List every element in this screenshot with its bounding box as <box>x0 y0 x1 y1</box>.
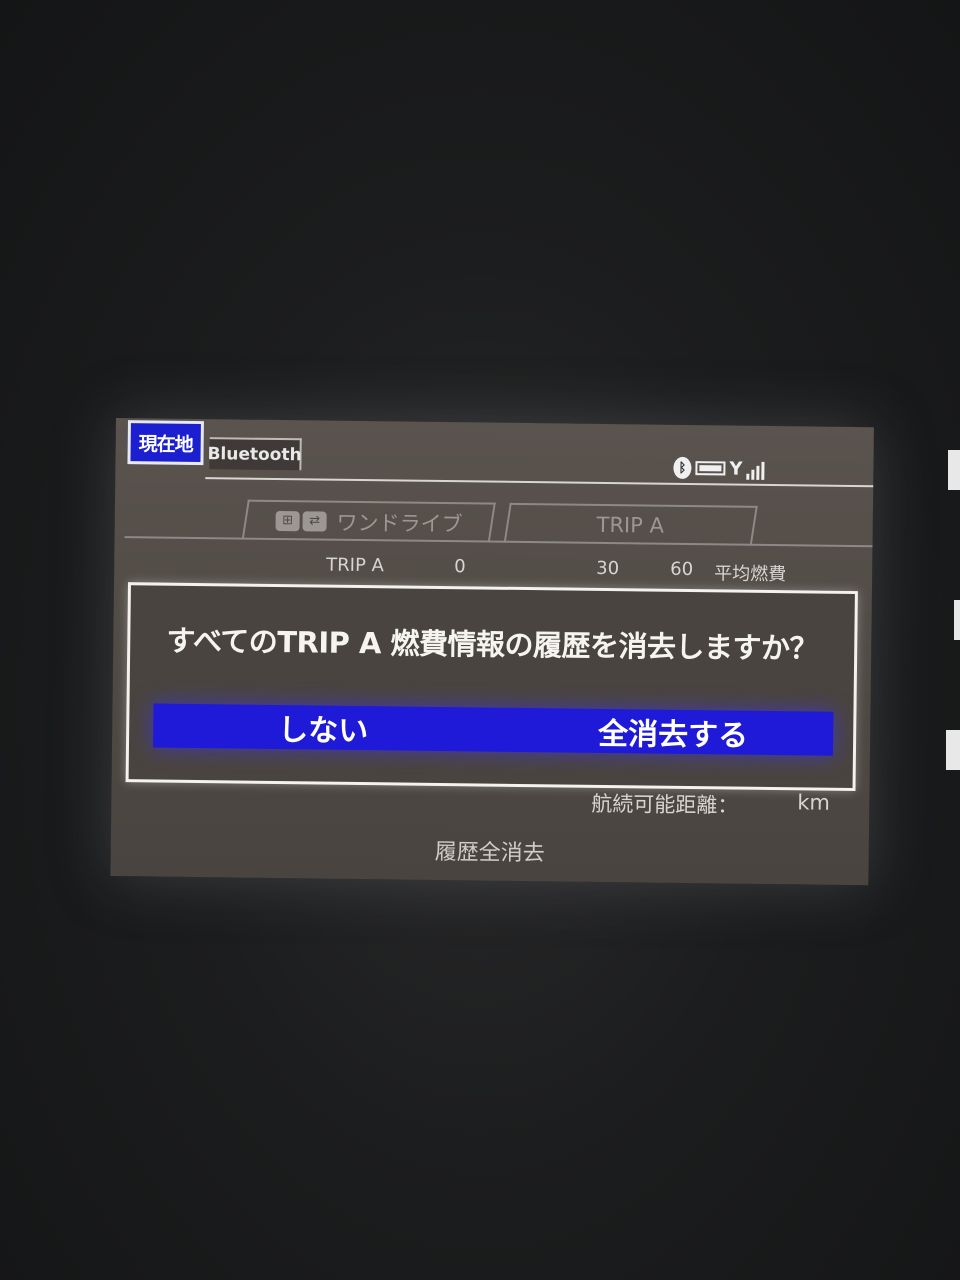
tab-trip-a[interactable]: TRIP A <box>503 502 758 546</box>
screen-tabs: ⊞ ⇄ ワンドライブ TRIP A <box>114 498 873 557</box>
confirm-dialog: すべてのTRIP A 燃費情報の履歴を消去しますか？ しない 全消去する <box>125 582 858 792</box>
clear-all-button[interactable]: 全消去する <box>533 708 814 755</box>
tab-one-drive-label: ワンドライブ <box>335 510 463 537</box>
signal-icon <box>746 458 765 480</box>
scale-series-label: TRIP A <box>326 554 385 577</box>
range-label: 航続可能距離： <box>591 791 739 818</box>
antenna-icon: Y <box>729 457 743 480</box>
cancel-button[interactable]: しない <box>193 704 454 751</box>
navigation-screen: 現在地 Bluetooth ᛒ Y ⊞ ⇄ ワンドライブ TRIP A TRIP … <box>110 418 874 886</box>
scale-tick: 30 <box>596 557 620 580</box>
scale-tick: 60 <box>670 558 694 581</box>
range-unit: km <box>797 790 831 815</box>
clear-history-label: 履歴全消去 <box>434 839 545 867</box>
system-icons: ᛒ Y <box>673 455 765 482</box>
bluetooth-icon: ᛒ <box>673 456 692 480</box>
battery-icon <box>695 461 726 476</box>
scale-tick: 0 <box>454 556 466 578</box>
tab-trip-a-label: TRIP A <box>596 512 665 538</box>
dialog-message: すべてのTRIP A 燃費情報の履歴を消去しますか？ <box>166 623 819 666</box>
adjacent-panel-edge <box>938 440 960 800</box>
scale-unit-label: 平均燃費 <box>714 563 787 586</box>
status-divider <box>205 477 874 488</box>
current-location-button[interactable]: 現在地 <box>127 420 204 466</box>
cruising-range-row: 航続可能距離： km <box>591 788 851 821</box>
tab-one-drive[interactable]: ⊞ ⇄ ワンドライブ <box>241 499 496 543</box>
drive-mode-icon: ⊞ ⇄ <box>274 510 327 532</box>
tab-divider <box>124 536 873 548</box>
bluetooth-tab[interactable]: Bluetooth <box>207 437 302 471</box>
dialog-options: しない 全消去する <box>152 703 834 756</box>
status-bar: 現在地 Bluetooth ᛒ Y <box>115 418 874 491</box>
